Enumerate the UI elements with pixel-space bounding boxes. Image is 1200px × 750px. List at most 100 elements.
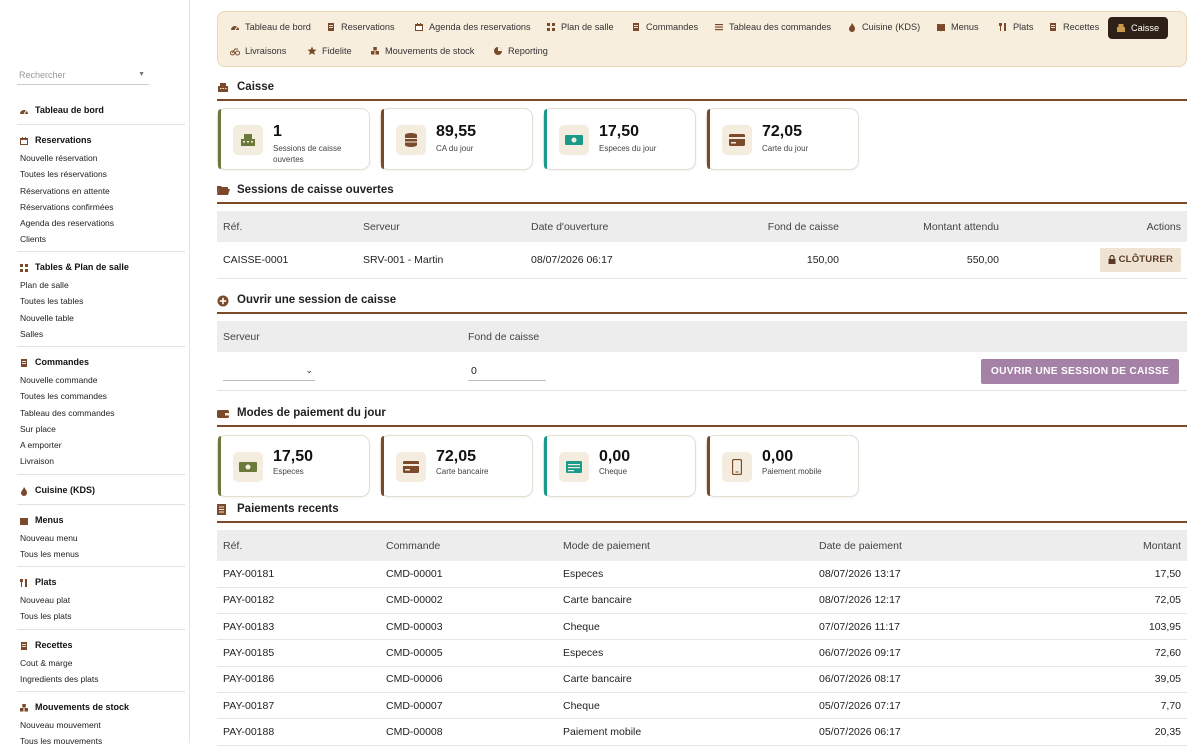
sidebar-link[interactable]: Salles [17, 326, 185, 342]
sidebar-link[interactable]: Clients [17, 231, 185, 247]
column-header[interactable]: Actions [1005, 211, 1187, 242]
card-accent-bar [381, 109, 384, 169]
sidebar-heading-label: Tables & Plan de salle [35, 262, 129, 272]
sidebar-heading[interactable]: Commandes [17, 355, 185, 369]
sidebar-link[interactable]: Cout & marge [17, 655, 185, 671]
sidebar-heading-label: Recettes [35, 640, 73, 650]
close-session-button[interactable]: CLÔTURER [1099, 247, 1181, 272]
sidebar-link[interactable]: Ingredients des plats [17, 671, 185, 687]
sidebar-link[interactable]: Tous les mouvements [17, 733, 185, 749]
card-label: Especes du jour [599, 144, 657, 153]
nav-item[interactable]: Caisse [1108, 17, 1169, 39]
nav-item[interactable]: Tableau des commandes [714, 17, 831, 37]
fond-label: Fond de caisse [468, 331, 540, 343]
nav-item[interactable]: Plats [998, 17, 1033, 37]
fond-de-caisse-input[interactable]: 0 [468, 361, 546, 381]
sidebar-link[interactable]: Nouvelle réservation [17, 150, 185, 166]
column-header[interactable]: Commande [380, 530, 557, 561]
open-session-button[interactable]: OUVRIR UNE SESSION DE CAISSE [981, 359, 1179, 384]
sidebar-link[interactable]: Nouvelle commande [17, 372, 185, 388]
card-value: 17,50 [599, 123, 640, 140]
sidebar-link[interactable]: Tableau des commandes [17, 405, 185, 421]
sidebar-heading[interactable]: Tables & Plan de salle [17, 260, 185, 274]
nav-item[interactable]: Livraisons [230, 41, 286, 61]
sidebar-link[interactable]: Nouveau plat [17, 592, 185, 608]
payments-table: Réf. Commande Mode de paiement Date de paie… [217, 530, 1187, 746]
column-header[interactable]: Date d'ouverture [525, 211, 695, 242]
sidebar-heading[interactable]: Tableau de bord [17, 103, 185, 117]
sidebar-heading[interactable]: Cuisine (KDS) [17, 483, 185, 497]
nav-item[interactable]: Cuisine (KDS) [847, 17, 920, 37]
clipboard-icon [19, 641, 28, 650]
table-row[interactable]: PAY-00188 CMD-00008 Paiement mobile 05/07/2… [217, 718, 1187, 746]
table-row[interactable]: PAY-00181 CMD-00001 Especes 08/07/2026 13:1… [217, 561, 1187, 588]
sidebar-link[interactable]: Toutes les réservations [17, 166, 185, 182]
sidebar-link[interactable]: A emporter [17, 437, 185, 453]
nav-item[interactable]: Agenda des reservations [414, 17, 531, 37]
sidebar-link[interactable]: Agenda des reservations [17, 215, 185, 231]
column-header[interactable]: Montant [1043, 530, 1187, 561]
table-cell: Especes [557, 561, 813, 588]
table-cell: CMD-00005 [380, 639, 557, 667]
sidebar-link[interactable]: Nouvelle table [17, 310, 185, 326]
search-select[interactable]: Rechercher ▼ [17, 66, 149, 85]
caret-down-icon[interactable]: ▼ [138, 71, 145, 78]
nav-item-label: Menus [951, 22, 979, 32]
modes-title: Modes de paiement du jour [217, 403, 1187, 423]
sidebar-heading[interactable]: Plats [17, 575, 185, 589]
sidebar-divider [17, 474, 185, 475]
nav-item[interactable]: Recettes [1048, 17, 1099, 37]
sidebar-link[interactable]: Sur place [17, 421, 185, 437]
sidebar-heading[interactable]: Reservations [17, 133, 185, 147]
table-row[interactable]: PAY-00185 CMD-00005 Especes 06/07/2026 09:1… [217, 639, 1187, 667]
column-header[interactable]: Serveur [357, 211, 525, 242]
sidebar-link[interactable]: Livraison [17, 453, 185, 469]
sidebar-heading-label: Commandes [35, 357, 90, 367]
nav-item[interactable]: Reservations [326, 17, 395, 37]
sidebar-heading[interactable]: Recettes [17, 638, 185, 652]
column-header[interactable]: Mode de paiement [557, 530, 813, 561]
sidebar-link[interactable]: Nouveau mouvement [17, 717, 185, 733]
nav-item[interactable]: Reporting [493, 41, 548, 61]
pie-chart-icon [493, 46, 503, 56]
nav-item[interactable]: Mouvements de stock [370, 41, 474, 61]
table-cell: Carte bancaire [557, 587, 813, 615]
sidebar-heading[interactable]: Menus [17, 513, 185, 527]
card-value: 1 [273, 123, 282, 140]
nav-item[interactable]: Plan de salle [546, 17, 614, 37]
column-header[interactable]: Réf. [217, 530, 380, 561]
table-cell: PAY-00186 [217, 666, 380, 693]
sidebar-link[interactable]: Nouveau menu [17, 530, 185, 546]
table-row[interactable]: PAY-00187 CMD-00007 Cheque 05/07/2026 07:17… [217, 692, 1187, 720]
nav-item[interactable]: Menus [936, 17, 979, 37]
sidebar-heading[interactable]: Mouvements de stock [17, 700, 185, 714]
column-header[interactable]: Montant attendu [845, 211, 1005, 242]
nav-item-label: Livraisons [245, 46, 287, 56]
folder-open-icon [217, 185, 230, 196]
nav-item[interactable]: Tableau de bord [230, 17, 311, 37]
sidebar-link[interactable]: Plan de salle [17, 277, 185, 293]
sidebar-link[interactable]: Tous les menus [17, 546, 185, 562]
card-value: 0,00 [762, 448, 794, 465]
table-cell: CAISSE-0001 [217, 242, 357, 279]
card-label: Paiement mobile [762, 467, 822, 476]
table-row[interactable]: PAY-00183 CMD-00003 Cheque 07/07/2026 11:17… [217, 613, 1187, 641]
sidebar-link[interactable]: Tous les plats [17, 608, 185, 624]
nav-item[interactable]: Fidelite [307, 41, 352, 61]
table-cell: 06/07/2026 09:17 [813, 639, 1043, 667]
table-row[interactable]: PAY-00186 CMD-00006 Carte bancaire 06/07/20… [217, 666, 1187, 693]
cutlery-icon [998, 22, 1008, 32]
nav-item[interactable]: Commandes [631, 17, 698, 37]
column-header[interactable]: Réf. [217, 211, 357, 242]
sidebar-link[interactable]: Réservations confirmées [17, 199, 185, 215]
column-header[interactable]: Fond de caisse [695, 211, 845, 242]
sidebar-link[interactable]: Toutes les tables [17, 293, 185, 309]
table-row[interactable]: PAY-00182 CMD-00002 Carte bancaire 08/07/20… [217, 587, 1187, 615]
column-header[interactable]: Date de paiement [813, 530, 1043, 561]
sidebar-link[interactable]: Réservations en attente [17, 183, 185, 199]
cash-register-icon [233, 125, 263, 155]
table-cell: 08/07/2026 06:17 [525, 242, 695, 279]
sidebar-link[interactable]: Toutes les commandes [17, 388, 185, 404]
serveur-select[interactable]: ⌄ [223, 361, 315, 381]
table-cell: CMD-00007 [380, 692, 557, 720]
